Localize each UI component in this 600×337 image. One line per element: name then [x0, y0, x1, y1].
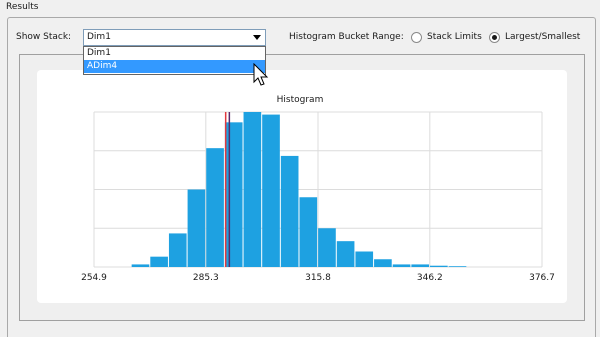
x-tick-label: 285.3	[193, 273, 219, 283]
histogram-bar	[374, 259, 392, 267]
histogram-bar	[392, 264, 411, 267]
show-stack-dropdown-button[interactable]	[248, 30, 265, 45]
chart-panel: Histogram 254.9 285.3 315.8 346.2 376.7	[37, 70, 567, 303]
histogram-bar	[243, 112, 262, 267]
x-tick-label: 346.2	[417, 273, 443, 283]
radio-largest-smallest[interactable]	[489, 32, 500, 43]
radio-stack-limits[interactable]	[411, 32, 422, 43]
results-group-title: Results	[6, 2, 39, 12]
histogram-bar	[448, 266, 467, 267]
mouse-cursor-icon	[253, 63, 269, 86]
histogram-bar	[318, 228, 336, 267]
histogram-bar	[187, 189, 206, 267]
show-stack-combobox[interactable]: Dim1	[83, 29, 266, 46]
histogram-bar	[262, 114, 280, 267]
histogram-bar	[336, 241, 355, 267]
histogram-bar	[224, 122, 243, 267]
histogram-bar	[299, 197, 318, 267]
radio-largest-smallest-label[interactable]: Largest/Smallest	[505, 32, 580, 42]
show-stack-dropdown-list: Dim1 ADim4	[83, 46, 266, 75]
show-stack-selected-value: Dim1	[87, 32, 111, 42]
histogram-bar	[131, 264, 150, 267]
histogram-chart: Histogram 254.9 285.3 315.8 346.2 376.7	[81, 95, 555, 283]
histogram-bar	[355, 251, 374, 267]
radio-stack-limits-label[interactable]: Stack Limits	[427, 32, 482, 42]
dropdown-option-adim4[interactable]: ADim4	[84, 60, 265, 73]
x-tick-label: 254.9	[81, 273, 107, 283]
bucket-range-label: Histogram Bucket Range:	[289, 32, 404, 42]
chart-title: Histogram	[277, 95, 324, 105]
x-tick-label: 315.8	[305, 273, 331, 283]
histogram-bar	[280, 155, 299, 267]
histogram-bar	[430, 265, 448, 267]
radio-checked-dot	[492, 35, 497, 40]
histogram-bar	[206, 148, 224, 267]
chevron-down-icon	[253, 35, 261, 40]
histogram-bar	[411, 264, 430, 267]
x-tick-label: 376.7	[529, 273, 555, 283]
histogram-bar	[168, 233, 187, 267]
show-stack-label: Show Stack:	[16, 32, 72, 42]
dropdown-option-dim1[interactable]: Dim1	[84, 47, 265, 60]
histogram-bar	[150, 256, 168, 267]
